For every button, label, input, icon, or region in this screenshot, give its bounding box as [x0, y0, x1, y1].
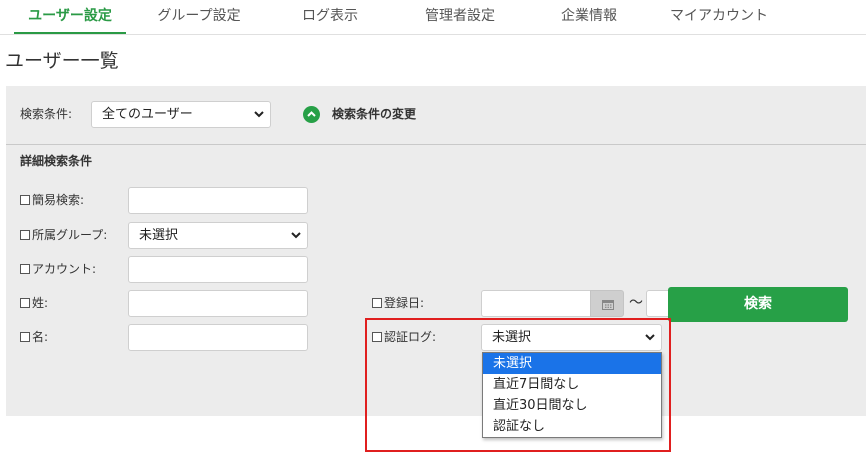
account-checkbox[interactable] [20, 264, 30, 274]
tab-log-view[interactable]: ログ表示 [290, 0, 370, 34]
group-select[interactable]: 未選択 [128, 222, 308, 249]
lastname-checkbox[interactable] [20, 298, 30, 308]
toggle-search-condition-link[interactable]: 検索条件の変更 [332, 106, 416, 122]
regdate-separator: ～ [629, 295, 643, 311]
highlight-frame [365, 318, 671, 452]
chevron-up-circle-icon[interactable] [303, 106, 320, 123]
tab-admin-settings[interactable]: 管理者設定 [412, 0, 508, 34]
simple-search-input[interactable] [128, 187, 308, 214]
regdate-from-input[interactable] [481, 290, 591, 317]
firstname-input[interactable] [128, 324, 308, 351]
calendar-icon[interactable] [590, 290, 624, 317]
tab-group-settings[interactable]: グループ設定 [143, 0, 255, 34]
group-checkbox[interactable] [20, 230, 30, 240]
chevron-down-icon [254, 111, 264, 118]
simple-search-checkbox[interactable] [20, 195, 30, 205]
group-select-value: 未選択 [139, 228, 179, 243]
account-label: アカウント: [20, 261, 96, 277]
group-label: 所属グループ: [20, 227, 107, 243]
tab-user-settings[interactable]: ユーザー設定 [14, 0, 126, 34]
chevron-down-icon [291, 232, 301, 239]
search-button[interactable]: 検索 [668, 287, 848, 322]
tab-company-info[interactable]: 企業情報 [548, 0, 630, 34]
regdate-checkbox[interactable] [372, 298, 382, 308]
search-condition-select[interactable]: 全てのユーザー [91, 101, 271, 128]
simple-search-label: 簡易検索: [20, 192, 84, 208]
firstname-checkbox[interactable] [20, 332, 30, 342]
nav-divider [0, 34, 866, 35]
detail-search-heading: 詳細検索条件 [20, 154, 93, 168]
firstname-label: 名: [20, 329, 48, 345]
search-condition-value: 全てのユーザー [102, 107, 193, 122]
account-input[interactable] [128, 256, 308, 283]
lastname-label: 姓: [20, 295, 48, 311]
lastname-input[interactable] [128, 290, 308, 317]
regdate-label: 登録日: [372, 295, 424, 311]
panel-divider [6, 144, 866, 145]
search-condition-label: 検索条件: [20, 107, 73, 121]
page-title: ユーザー一覧 [5, 50, 119, 72]
user-list-page: ユーザー設定 グループ設定 ログ表示 管理者設定 企業情報 マイアカウント ユー… [0, 0, 866, 458]
tab-my-account[interactable]: マイアカウント [663, 0, 775, 34]
